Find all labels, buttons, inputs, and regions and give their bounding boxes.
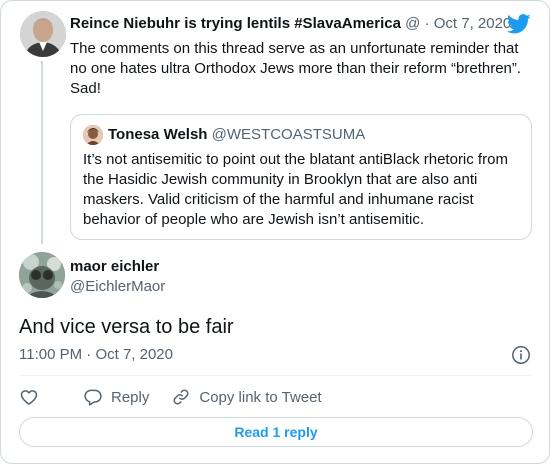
parent-meta-separator: · [424, 15, 430, 32]
actions-divider [19, 375, 531, 376]
main-author-name[interactable]: maor eichler [70, 257, 159, 277]
main-author-avatar[interactable] [19, 252, 65, 298]
thread-connector-line [41, 61, 43, 244]
parent-tweet-header: Reince Niebuhr is trying lentils #SlavaA… [70, 13, 535, 35]
twitter-bird-icon[interactable] [507, 14, 531, 34]
main-tweet-timestamp[interactable]: 11:00 PM · Oct 7, 2020 [19, 345, 173, 365]
copy-link-button[interactable]: Copy link to Tweet [171, 387, 322, 407]
link-icon [173, 389, 189, 405]
parent-tweet-date[interactable]: Oct 7, 2020 [434, 15, 512, 32]
quoted-tweet[interactable]: Tonesa Welsh @WESTCOASTSUMA It’s not ant… [70, 114, 532, 240]
tweet-embed-card: Reince Niebuhr is trying lentils #SlavaA… [0, 0, 550, 464]
parent-author-handle[interactable]: @ [405, 15, 420, 32]
heart-icon [20, 390, 38, 405]
quoted-tweet-text: It’s not antisemitic to point out the bl… [83, 151, 508, 228]
parent-author-name[interactable]: Reince Niebuhr is trying lentils #SlavaA… [70, 15, 401, 32]
reply-label: Reply [111, 388, 150, 406]
tweet-actions-bar: Reply Copy link to Tweet [19, 385, 344, 409]
quoted-author-avatar [83, 125, 103, 145]
main-tweet-date[interactable]: Oct 7, 2020 [95, 346, 173, 363]
main-tweet-text: And vice versa to be fair [19, 316, 234, 338]
like-button[interactable] [19, 387, 39, 407]
main-meta-separator: · [86, 346, 92, 363]
main-tweet-time[interactable]: 11:00 PM [19, 346, 82, 363]
parent-author-avatar[interactable] [20, 11, 66, 57]
copy-link-label: Copy link to Tweet [199, 388, 322, 406]
parent-tweet-text: The comments on this thread serve as an … [70, 40, 522, 97]
quoted-author-name: Tonesa Welsh [108, 126, 208, 143]
quoted-author-handle: @WESTCOASTSUMA [211, 126, 366, 143]
reply-button[interactable]: Reply [83, 387, 149, 407]
quoted-tweet-header: Tonesa Welsh @WESTCOASTSUMA [108, 124, 365, 146]
main-author-handle[interactable]: @EichlerMaor [70, 277, 165, 297]
reply-bubble-icon [84, 389, 102, 406]
read-replies-button[interactable]: Read 1 reply [19, 417, 533, 447]
info-icon[interactable] [511, 345, 531, 365]
